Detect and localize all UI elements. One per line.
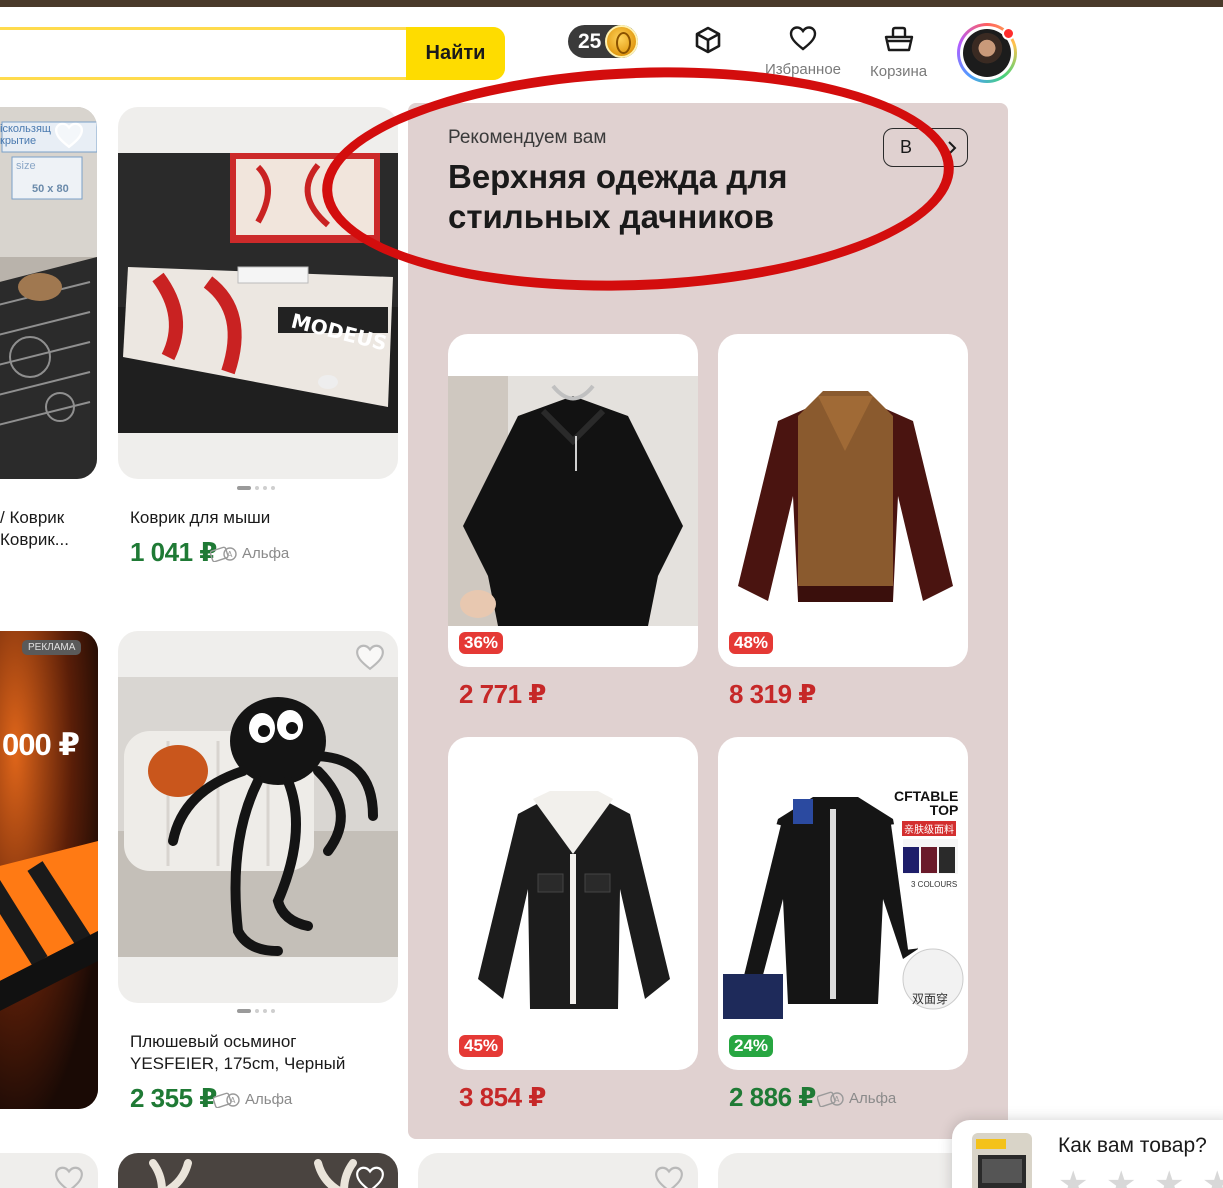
recommend-item-card[interactable]: 48%: [718, 334, 968, 667]
search-button[interactable]: Найти: [406, 27, 505, 80]
product-title-plush[interactable]: Плюшевый осьминог YESFEIER, 175cm, Черны…: [130, 1031, 345, 1075]
product-card-partial[interactable]: [718, 1153, 978, 1188]
product-card-partial[interactable]: [418, 1153, 698, 1188]
product-price-mousepad: 1 041 ₽: [130, 537, 217, 567]
recommend-item-card[interactable]: 45%: [448, 737, 698, 1070]
image-carousel-dots[interactable]: [237, 1009, 275, 1013]
alfa-bank-icon: A: [817, 1091, 844, 1107]
ad-big-text: 000 ₽: [2, 727, 80, 762]
rug-size-label: size: [16, 160, 36, 172]
product-card-partial[interactable]: [118, 1153, 398, 1188]
product-card-plush-image[interactable]: [118, 631, 398, 1003]
monitor-lamp-photo: [976, 1139, 1026, 1188]
cube-icon: [695, 26, 721, 54]
recommend-item-price: 2 886 ₽: [729, 1082, 816, 1112]
avatar[interactable]: [957, 23, 1017, 83]
plush-photo: [118, 677, 398, 957]
favorite-heart-icon[interactable]: [54, 1165, 84, 1188]
favorites-button[interactable]: Избранное: [765, 25, 841, 78]
heart-icon: [789, 26, 817, 51]
rating-star-3[interactable]: ★: [1154, 1167, 1184, 1188]
discount-badge: 24%: [729, 1035, 774, 1057]
alfa-label: Альфа: [242, 545, 290, 562]
rating-star-4[interactable]: ★: [1202, 1167, 1223, 1188]
recommend-title: Верхняя одежда для стильных дачников: [448, 158, 788, 235]
product-card-mousepad-image[interactable]: MODEUS: [118, 107, 398, 479]
alfa-label: Альфа: [245, 1091, 293, 1108]
jacket-cape-photo: [448, 376, 698, 626]
recommend-item-price: 2 771 ₽: [459, 679, 546, 709]
alfa-badge: A Альфа: [213, 1091, 292, 1108]
chevron-right-icon: [948, 140, 957, 155]
cart-button[interactable]: Корзина: [870, 25, 927, 80]
ad-card-image[interactable]: РЕКЛАМА 000 ₽: [0, 631, 98, 1109]
discount-badge: 45%: [459, 1035, 504, 1057]
colours-label: 3 COLOURS: [911, 880, 958, 889]
coin-icon: [605, 25, 638, 58]
discount-badge: 36%: [459, 632, 504, 654]
rating-star-1[interactable]: ★: [1058, 1167, 1088, 1188]
ad-banner-graphic: [0, 631, 98, 1109]
product-price-plush: 2 355 ₽: [130, 1083, 217, 1113]
jacket-denim-photo: [448, 779, 698, 1029]
svg-text:A: A: [227, 550, 233, 559]
brand-badge: 亲肤级面料: [902, 821, 956, 836]
jacket-fleece-photo: [718, 376, 968, 626]
marketplace-page: Найти 25 Избранное Корзина іскользящ кры…: [0, 0, 1223, 1188]
orders-button[interactable]: [694, 25, 722, 55]
product-card-partial[interactable]: [0, 1153, 98, 1188]
rug-size-value: 50 x 80: [32, 183, 69, 195]
more-button-label: В: [900, 137, 913, 157]
image-carousel-dots[interactable]: [237, 486, 275, 490]
favorite-heart-icon[interactable]: [54, 121, 84, 149]
favorite-heart-icon[interactable]: [355, 1165, 385, 1188]
feedback-question: Как вам товар?: [1058, 1134, 1207, 1157]
mousepad-photo: MODEUS: [118, 153, 398, 433]
discount-badge: 48%: [729, 632, 774, 654]
recommend-item-card[interactable]: CFTABLE TOP 亲肤级面料 3 COLOURS 双面穿 24%: [718, 737, 968, 1070]
product-title-mousepad[interactable]: Коврик для мыши: [130, 507, 270, 529]
notification-dot: [1002, 27, 1015, 40]
top-strip: [0, 0, 1223, 7]
recommend-more-button[interactable]: В: [883, 128, 968, 167]
alfa-bank-icon: A: [213, 1092, 240, 1108]
product-title-rug[interactable]: / Коврик Коврик...: [0, 507, 97, 551]
recommend-item-price: 8 319 ₽: [729, 679, 816, 709]
svg-text:A: A: [834, 1095, 840, 1104]
alfa-label: Альфа: [849, 1090, 897, 1107]
favorites-label: Избранное: [765, 61, 842, 78]
coins-balance[interactable]: 25: [568, 25, 638, 58]
svg-text:A: A: [230, 1096, 236, 1105]
coins-count: 25: [578, 29, 602, 53]
rug-overlay-text: іскользящ крытие: [0, 123, 51, 147]
rating-star-2[interactable]: ★: [1106, 1167, 1136, 1188]
favorite-heart-icon[interactable]: [355, 643, 385, 671]
brand-logo-text: CFTABLE TOP: [894, 788, 959, 818]
alfa-badge: A Альфа: [817, 1090, 896, 1107]
cart-icon: [884, 26, 913, 52]
recommend-item-price: 3 854 ₽: [459, 1082, 546, 1112]
alfa-badge: A Альфа: [210, 545, 289, 562]
rug-photo: [0, 107, 97, 479]
favorite-heart-icon[interactable]: [654, 1165, 684, 1188]
recommend-item-card[interactable]: 36%: [448, 334, 698, 667]
recommend-subtitle: Рекомендуем вам: [448, 127, 607, 148]
product-card-rug-image[interactable]: [0, 107, 97, 479]
cart-label: Корзина: [870, 63, 928, 80]
ad-badge: РЕКЛАМА: [22, 640, 82, 655]
alfa-bank-icon: A: [210, 546, 237, 562]
reversible-label: 双面穿: [912, 992, 949, 1006]
feedback-product-thumb: [972, 1133, 1032, 1188]
